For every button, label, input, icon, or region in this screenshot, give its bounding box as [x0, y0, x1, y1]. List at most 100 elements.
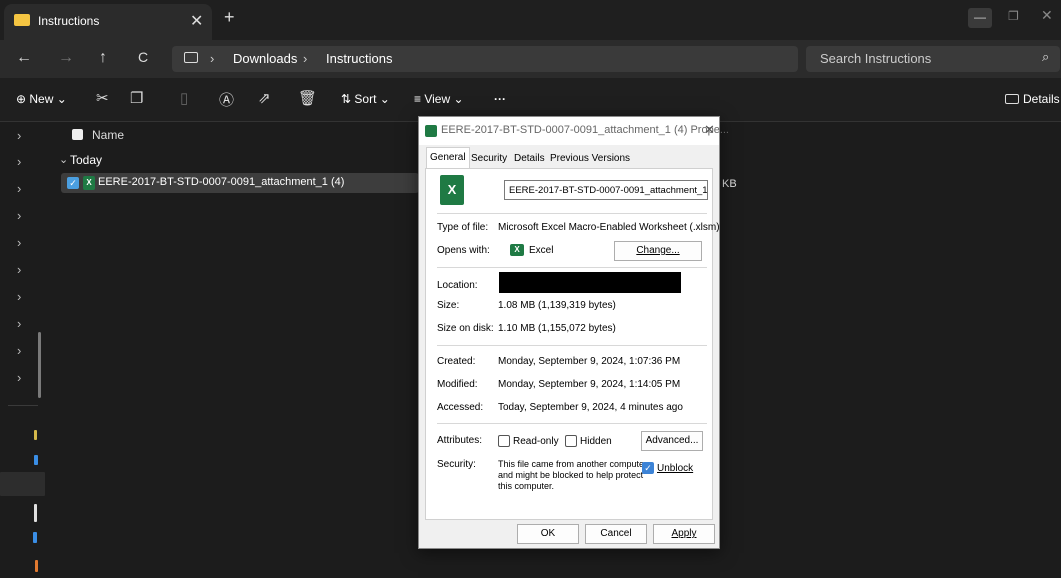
this-pc-icon: [184, 52, 198, 63]
new-tab-button[interactable]: +: [224, 7, 235, 28]
divider: [437, 423, 707, 424]
forward-button[interactable]: →: [58, 49, 74, 67]
delete-icon[interactable]: 🗑: [298, 89, 317, 107]
cancel-button[interactable]: Cancel: [585, 524, 647, 544]
details-pane-button[interactable]: Details: [1005, 92, 1060, 106]
opens-with-value: Excel: [529, 245, 554, 256]
divider: [437, 213, 707, 214]
location-redacted: [499, 272, 681, 293]
size-label: Size:: [437, 300, 460, 311]
ok-button[interactable]: OK: [517, 524, 579, 544]
tab-title: Instructions: [38, 14, 100, 28]
expand-chevron-icon[interactable]: ›: [17, 235, 21, 250]
back-button[interactable]: ←: [16, 49, 32, 67]
rename-icon[interactable]: Ⓐ: [219, 89, 234, 110]
search-box[interactable]: Search Instructions ⌕: [806, 46, 1060, 72]
address-bar[interactable]: › Downloads › Instructions: [172, 46, 798, 72]
created-label: Created:: [437, 356, 476, 367]
expand-chevron-icon[interactable]: ›: [17, 262, 21, 277]
new-button[interactable]: ⊕ New ⌄: [16, 92, 67, 106]
expand-chevron-icon[interactable]: ›: [17, 370, 21, 385]
breadcrumb-separator: ›: [303, 51, 308, 66]
security-label: Security:: [437, 459, 476, 470]
breadcrumb-separator: ›: [210, 51, 215, 66]
tab-previous-versions[interactable]: Previous Versions: [547, 149, 633, 169]
divider: [437, 345, 707, 346]
select-all-checkbox[interactable]: [72, 129, 83, 140]
group-label-today[interactable]: Today: [70, 153, 102, 167]
drive-icon: [34, 430, 37, 440]
hidden-label[interactable]: Hidden: [580, 436, 612, 447]
excel-file-icon: X: [440, 175, 464, 205]
excel-file-icon: X: [83, 176, 95, 190]
refresh-button[interactable]: C: [138, 49, 148, 65]
sort-label: Sort: [354, 92, 377, 106]
tab-security[interactable]: Security: [468, 149, 510, 169]
new-label: New: [29, 92, 54, 106]
minimize-button[interactable]: —: [968, 8, 992, 28]
navigation-bar: ← → ↑ C › Downloads › Instructions Searc…: [0, 40, 1061, 78]
divider: [437, 267, 707, 268]
divider: [8, 405, 38, 406]
chevron-down-icon[interactable]: ⌄: [59, 153, 68, 166]
expand-chevron-icon[interactable]: ›: [17, 128, 21, 143]
file-size: KB: [722, 178, 737, 190]
more-options-button[interactable]: ···: [494, 92, 506, 106]
sort-button[interactable]: ⇅ Sort ⌄: [341, 92, 390, 106]
size-on-disk-value: 1.10 MB (1,155,072 bytes): [498, 323, 616, 334]
expand-chevron-icon[interactable]: ›: [17, 316, 21, 331]
opens-with-label: Opens with:: [437, 245, 490, 256]
details-pane-icon: [1005, 94, 1019, 104]
close-tab-icon[interactable]: ✕: [190, 11, 203, 31]
unblock-label[interactable]: Unblock: [657, 463, 693, 474]
breadcrumb-instructions[interactable]: Instructions: [326, 51, 392, 66]
cut-icon[interactable]: ✂: [96, 89, 109, 107]
expand-chevron-icon[interactable]: ›: [17, 289, 21, 304]
accessed-label: Accessed:: [437, 402, 484, 413]
expand-chevron-icon[interactable]: ›: [17, 343, 21, 358]
view-button[interactable]: ≡ View ⌄: [414, 92, 464, 106]
dialog-close-button[interactable]: ✕: [704, 122, 715, 138]
column-header-name[interactable]: Name: [92, 128, 124, 142]
dialog-title: EERE-2017-BT-STD-0007-0091_attachment_1 …: [441, 124, 729, 136]
tab-general[interactable]: General: [426, 147, 470, 169]
size-value: 1.08 MB (1,139,319 bytes): [498, 300, 616, 311]
expand-chevron-icon[interactable]: ›: [17, 208, 21, 223]
modified-value: Monday, September 9, 2024, 1:14:05 PM: [498, 379, 681, 390]
paste-icon[interactable]: ▯: [180, 89, 188, 107]
copy-icon[interactable]: ❐: [130, 89, 143, 107]
advanced-button[interactable]: Advanced...: [641, 431, 703, 451]
type-value: Microsoft Excel Macro-Enabled Worksheet …: [498, 222, 720, 233]
selected-nav-item[interactable]: [0, 472, 45, 496]
row-checkbox[interactable]: ✓: [67, 177, 79, 189]
read-only-label[interactable]: Read-only: [513, 436, 559, 447]
search-icon[interactable]: ⌕: [1042, 49, 1049, 65]
dialog-title-bar: EERE-2017-BT-STD-0007-0091_attachment_1 …: [419, 117, 729, 145]
type-label: Type of file:: [437, 222, 489, 233]
up-button[interactable]: ↑: [99, 49, 107, 67]
drive-icon: [35, 560, 38, 572]
read-only-checkbox[interactable]: [498, 435, 510, 447]
maximize-button[interactable]: ❐: [1008, 9, 1019, 23]
navigation-scrollbar[interactable]: [38, 332, 41, 398]
apply-button-label: Apply: [671, 528, 697, 539]
breadcrumb-downloads[interactable]: Downloads: [233, 51, 297, 66]
close-window-button[interactable]: ✕: [1041, 7, 1053, 24]
drive-icon: [34, 504, 37, 522]
share-icon[interactable]: ⇗: [258, 89, 271, 107]
security-text: This file came from another computer and…: [498, 459, 648, 491]
expand-chevron-icon[interactable]: ›: [17, 154, 21, 169]
hidden-checkbox[interactable]: [565, 435, 577, 447]
location-label: Location:: [437, 280, 478, 291]
attributes-label: Attributes:: [437, 435, 483, 446]
file-name-field[interactable]: EERE-2017-BT-STD-0007-0091_attachment_1 …: [504, 180, 708, 200]
change-button[interactable]: Change...: [614, 241, 702, 261]
excel-file-icon: [425, 125, 437, 137]
apply-button[interactable]: Apply: [653, 524, 715, 544]
tab-instructions[interactable]: Instructions ✕: [4, 4, 212, 40]
file-row[interactable]: ✓ X EERE-2017-BT-STD-0007-0091_attachmen…: [61, 173, 419, 193]
expand-chevron-icon[interactable]: ›: [17, 181, 21, 196]
tab-details[interactable]: Details: [511, 149, 548, 169]
general-tab-panel: X EERE-2017-BT-STD-0007-0091_attachment_…: [425, 168, 720, 520]
unblock-checkbox[interactable]: ✓: [642, 462, 654, 474]
